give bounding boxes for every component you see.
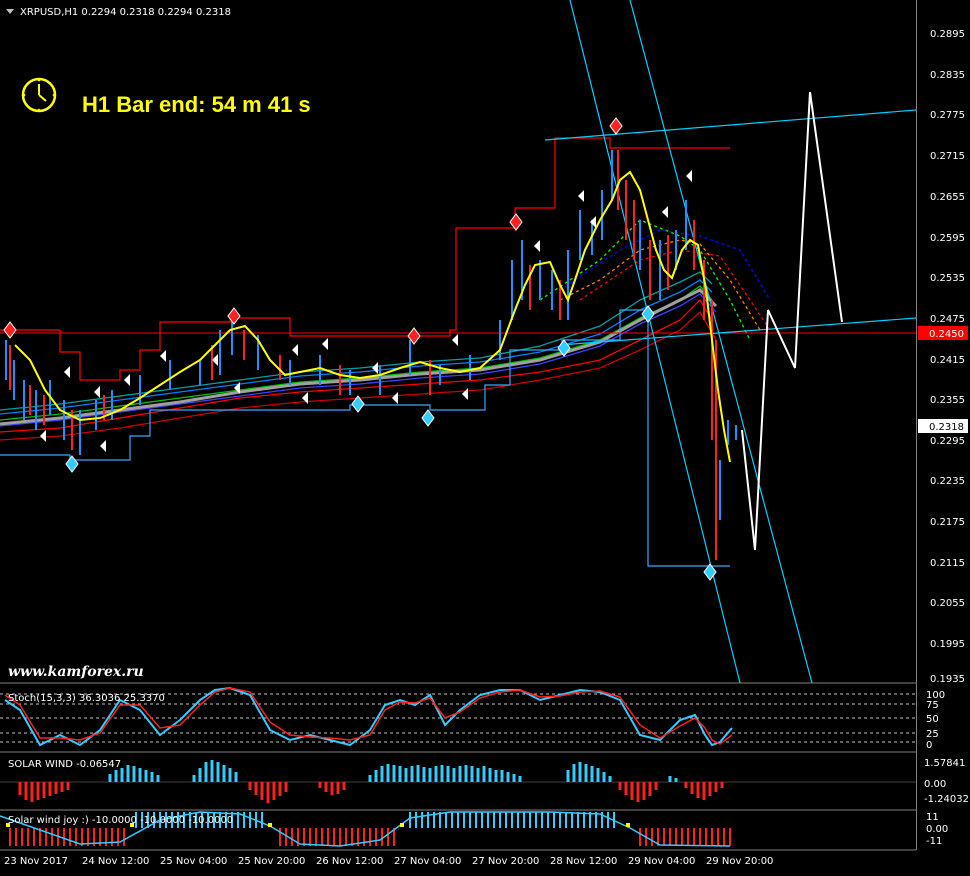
svg-text:0.2895: 0.2895 xyxy=(930,29,965,40)
svg-text:0.1995: 0.1995 xyxy=(930,639,965,650)
svg-text:0.2318: 0.2318 xyxy=(929,422,964,433)
site-watermark: www.kamforex.ru xyxy=(8,664,144,680)
svg-text:-1.24032: -1.24032 xyxy=(924,794,969,805)
svg-text:50: 50 xyxy=(926,714,939,725)
svg-text:0.2115: 0.2115 xyxy=(930,558,965,569)
svg-text:0.2715: 0.2715 xyxy=(930,151,965,162)
svg-text:29 Nov 04:00: 29 Nov 04:00 xyxy=(628,856,695,867)
svg-text:27 Nov 04:00: 27 Nov 04:00 xyxy=(394,856,461,867)
svg-text:0.2595: 0.2595 xyxy=(930,233,965,244)
ask-price-label: 0.2450 xyxy=(918,326,968,340)
svg-text:11: 11 xyxy=(926,812,939,823)
svg-text:0.2055: 0.2055 xyxy=(930,598,965,609)
svg-text:0: 0 xyxy=(926,740,932,751)
svg-text:0.2450: 0.2450 xyxy=(929,329,964,340)
svg-text:25 Nov 04:00: 25 Nov 04:00 xyxy=(160,856,227,867)
svg-text:0.2355: 0.2355 xyxy=(930,395,965,406)
svg-text:0.2475: 0.2475 xyxy=(930,314,965,325)
svg-text:0.1935: 0.1935 xyxy=(930,674,965,685)
svg-text:0.2535: 0.2535 xyxy=(930,273,965,284)
svg-text:0.2295: 0.2295 xyxy=(930,436,965,447)
symbol-info: XRPUSD,H1 0.2294 0.2318 0.2294 0.2318 xyxy=(20,7,231,18)
svg-text:26 Nov 12:00: 26 Nov 12:00 xyxy=(316,856,383,867)
svg-text:0.2235: 0.2235 xyxy=(930,476,965,487)
svg-text:0.2175: 0.2175 xyxy=(930,517,965,528)
svg-text:29 Nov 20:00: 29 Nov 20:00 xyxy=(706,856,773,867)
solar-joy-title: Solar wind joy :) -10.0000 -10.0000 -10.… xyxy=(8,815,233,826)
svg-text:1.57841: 1.57841 xyxy=(924,758,965,769)
svg-text:23 Nov 2017: 23 Nov 2017 xyxy=(4,856,68,867)
svg-text:24 Nov 12:00: 24 Nov 12:00 xyxy=(82,856,149,867)
bid-price-label: 0.2318 xyxy=(918,419,968,433)
stoch-title: Stoch(15,3,3) 36.3036 25.3370 xyxy=(8,693,165,704)
chart-window[interactable]: XRPUSD,H1 0.2294 0.2318 0.2294 0.2318 H1… xyxy=(0,0,970,872)
solar-wind-title: SOLAR WIND -0.06547 xyxy=(8,759,121,770)
svg-text:25 Nov 20:00: 25 Nov 20:00 xyxy=(238,856,305,867)
svg-text:0.2655: 0.2655 xyxy=(930,192,965,203)
svg-text:-11: -11 xyxy=(926,836,942,847)
svg-text:75: 75 xyxy=(926,700,939,711)
bar-end-timer: H1 Bar end: 54 m 41 s xyxy=(82,92,311,117)
svg-text:0.00: 0.00 xyxy=(924,779,946,790)
svg-text:0.00: 0.00 xyxy=(926,824,948,835)
svg-text:0.2415: 0.2415 xyxy=(930,355,965,366)
svg-text:28 Nov 12:00: 28 Nov 12:00 xyxy=(550,856,617,867)
svg-text:27 Nov 20:00: 27 Nov 20:00 xyxy=(472,856,539,867)
svg-text:25: 25 xyxy=(926,729,939,740)
svg-text:0.2775: 0.2775 xyxy=(930,110,965,121)
svg-text:0.2835: 0.2835 xyxy=(930,70,965,81)
